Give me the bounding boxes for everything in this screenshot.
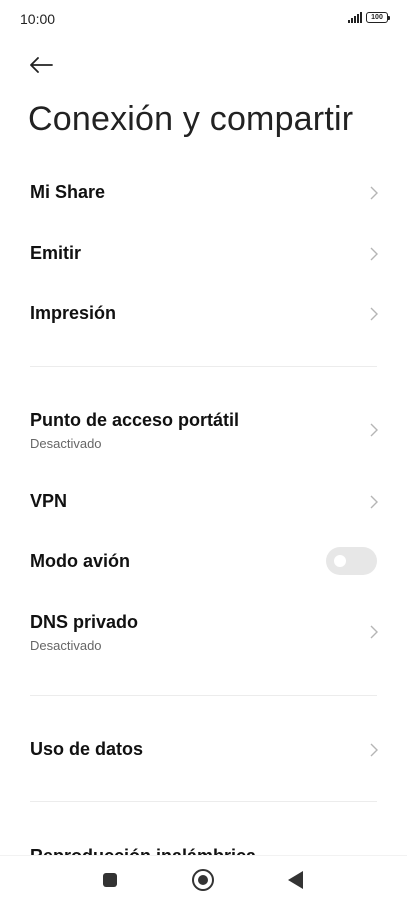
airplane-mode-toggle[interactable] <box>326 547 377 575</box>
chevron-right-icon <box>370 186 378 200</box>
item-title: Mi Share <box>30 182 106 202</box>
navigation-bar <box>0 855 407 906</box>
back-button[interactable] <box>26 50 56 80</box>
status-time: 10:00 <box>20 11 56 27</box>
page-title: Conexión y compartir <box>28 100 354 138</box>
chevron-right-icon <box>370 625 378 639</box>
item-subtitle: Desactivado <box>30 436 102 451</box>
section-divider <box>30 366 377 367</box>
item-title: VPN <box>30 491 68 511</box>
list-item-mi-share[interactable]: Mi Share <box>0 170 407 216</box>
battery-icon: 100 <box>366 12 390 23</box>
circle-icon[interactable] <box>192 869 214 891</box>
item-title: Punto de acceso portátil <box>30 410 240 430</box>
chevron-right-icon <box>370 743 378 757</box>
list-item-private-dns[interactable]: DNS privado Desactivado <box>0 600 407 664</box>
signal-icon <box>348 12 362 23</box>
item-title: Impresión <box>30 303 117 323</box>
chevron-right-icon <box>370 307 378 321</box>
list-item-vpn[interactable]: VPN <box>0 479 407 525</box>
triangle-left-icon[interactable] <box>288 871 303 889</box>
status-bar: 10:00 100 <box>0 0 407 38</box>
section-divider <box>30 695 377 696</box>
section-divider <box>30 801 377 802</box>
list-item-emitir[interactable]: Emitir <box>0 231 407 277</box>
item-title: Emitir <box>30 243 82 263</box>
arrow-left-icon <box>30 57 53 73</box>
chevron-right-icon <box>370 247 378 261</box>
list-item-airplane-mode: Modo avión <box>0 539 407 585</box>
settings-screen: 10:00 100 Conexión y compartir Mi Share … <box>0 0 407 906</box>
chevron-right-icon <box>370 495 378 509</box>
item-title: Uso de datos <box>30 739 144 759</box>
toggle-knob <box>334 555 346 567</box>
status-indicators: 100 <box>348 12 390 23</box>
chevron-right-icon <box>370 423 378 437</box>
item-title: DNS privado <box>30 612 139 632</box>
list-item-data-usage[interactable]: Uso de datos <box>0 727 407 773</box>
square-icon[interactable] <box>103 873 117 887</box>
item-subtitle: Desactivado <box>30 638 102 653</box>
list-item-hotspot[interactable]: Punto de acceso portátil Desactivado <box>0 398 407 462</box>
list-item-wireless-display[interactable]: Reproducción inalámbrica <box>0 830 407 856</box>
item-title: Modo avión <box>30 551 130 571</box>
list-item-impresion[interactable]: Impresión <box>0 291 407 337</box>
